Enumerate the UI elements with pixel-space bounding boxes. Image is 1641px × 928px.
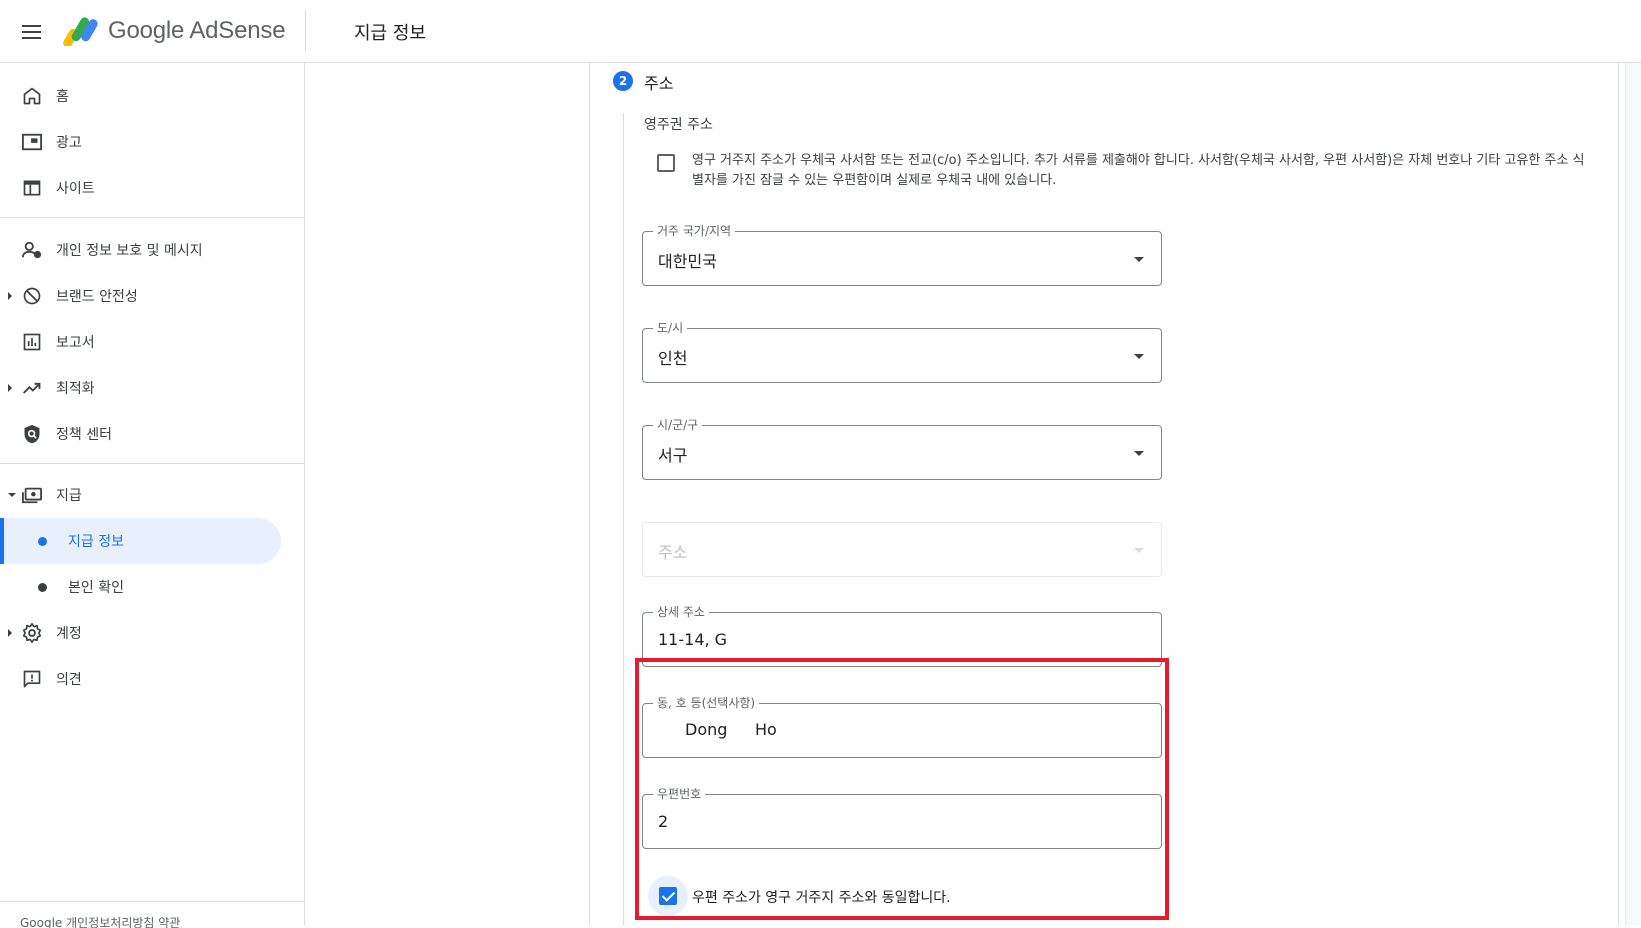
sidebar-item-brand-safety[interactable]: 브랜드 안전성 — [0, 273, 305, 319]
policy-shield-icon — [20, 422, 44, 446]
step-number-badge: 2 — [613, 71, 633, 91]
po-box-description: 영구 거주지 주소가 우체국 사서함 또는 전교(c/o) 주소입니다. 추가 … — [692, 153, 1585, 188]
sidebar-divider — [0, 463, 305, 464]
page-title: 지급 정보 — [354, 23, 426, 44]
field-label: 거주 국가/지역 — [653, 223, 736, 239]
district-select[interactable]: 시/군/구 서구 — [642, 417, 1162, 480]
page-scrollbar[interactable] — [1625, 63, 1641, 925]
sidebar-item-policy-center[interactable]: 정책 센터 — [0, 411, 305, 457]
postal-code-input[interactable] — [658, 809, 1138, 833]
dropdown-arrow-icon — [1134, 451, 1144, 456]
dropdown-arrow-icon — [1134, 354, 1144, 359]
header-divider — [305, 10, 306, 52]
sidebar-item-label: 브랜드 안전성 — [56, 289, 138, 305]
field-label: 상세 주소 — [653, 604, 709, 620]
field-label: 시/군/구 — [653, 417, 703, 433]
top-app-bar: Google AdSense 지급 정보 — [0, 0, 1641, 63]
field-placeholder: 주소 — [658, 543, 688, 562]
main-content: 2 주소 영주권 주소 영구 거주지 주소가 우체국 사서함 또는 전교(c/o… — [306, 63, 1641, 925]
detail-address-field[interactable]: 상세 주소 — [642, 604, 1162, 667]
sidebar-item-reports[interactable]: 보고서 — [0, 319, 305, 365]
step-title: 주소 — [644, 74, 674, 93]
dropdown-arrow-icon — [1134, 548, 1144, 553]
bullet-dot-icon — [38, 536, 47, 546]
block-icon — [20, 284, 44, 308]
trending-up-icon — [20, 376, 44, 400]
home-icon — [20, 84, 44, 108]
sidebar-item-optimization[interactable]: 최적화 — [0, 365, 305, 411]
sidebar-item-label: 홈 — [56, 89, 69, 105]
same-address-label: 우편 주소가 영구 거주지 주소와 동일합니다. — [692, 890, 951, 906]
bullet-dot-icon — [38, 582, 47, 592]
address-select: 주소 — [642, 522, 1162, 577]
sidebar-item-label: 계정 — [56, 626, 82, 642]
po-box-checkbox[interactable] — [657, 154, 675, 172]
sidebar-item-label: 지급 정보 — [68, 534, 124, 550]
sidebar-item-ads[interactable]: 광고 — [0, 119, 305, 165]
sidebar-item-label: 광고 — [56, 135, 82, 151]
gear-icon — [20, 621, 44, 645]
chevron-right-icon[interactable] — [8, 629, 12, 637]
step-connector-line — [623, 113, 624, 925]
sidebar-item-payment-info[interactable]: 지급 정보 — [0, 518, 281, 564]
chevron-right-icon[interactable] — [8, 292, 12, 300]
section-label: 영주권 주소 — [644, 117, 713, 133]
chevron-down-icon[interactable] — [8, 493, 16, 497]
sidebar-item-label: 의견 — [56, 672, 82, 688]
field-label: 동, 호 등(선택사항) — [653, 695, 760, 711]
ads-icon — [20, 130, 44, 154]
payments-icon — [20, 483, 44, 507]
field-value: 대한민국 — [658, 252, 717, 271]
privacy-messaging-icon — [20, 238, 44, 262]
sidebar-item-feedback[interactable]: 의견 — [0, 656, 305, 702]
sidebar-item-label: 지급 — [56, 488, 82, 504]
dropdown-arrow-icon — [1134, 257, 1144, 262]
sidebar-item-account[interactable]: 계정 — [0, 610, 305, 656]
sidebar-item-sites[interactable]: 사이트 — [0, 165, 305, 211]
reports-icon — [20, 330, 44, 354]
dong-suffix: Dong — [685, 720, 728, 739]
sidebar-item-home[interactable]: 홈 — [0, 73, 305, 119]
field-value: 서구 — [658, 446, 688, 465]
hamburger-menu-icon[interactable] — [18, 19, 46, 45]
sidebar-item-payments[interactable]: 지급 — [0, 472, 305, 518]
city-select[interactable]: 도/시 인천 — [642, 320, 1162, 383]
sidebar-item-label: 본인 확인 — [68, 580, 124, 596]
ho-suffix: Ho — [755, 720, 777, 739]
sidebar-item-label: 정책 센터 — [56, 427, 112, 443]
sidebar-item-privacy-messaging[interactable]: 개인 정보 보호 및 메시지 — [0, 227, 305, 273]
sidebar-item-identity-verification[interactable]: 본인 확인 — [0, 564, 281, 610]
same-address-checkbox[interactable] — [659, 887, 677, 905]
sidebar-item-label: 보고서 — [56, 335, 95, 351]
feedback-icon — [20, 667, 44, 691]
sidebar-divider — [0, 217, 305, 218]
dong-ho-field[interactable]: 동, 호 등(선택사항) Dong Ho — [642, 695, 1162, 758]
postal-code-field[interactable]: 우편번호 — [642, 786, 1162, 849]
sidebar-footer-links[interactable]: Google 개인정보처리방침 약관 — [20, 914, 180, 928]
field-value: 인천 — [658, 349, 688, 368]
field-label: 우편번호 — [653, 786, 706, 802]
sidebar-nav: 홈 광고 사이트 개인 정보 보호 및 메시지 브랜드 안전성 보고서 최적화 … — [0, 63, 305, 928]
sidebar-divider — [0, 901, 305, 902]
adsense-logo-icon — [63, 17, 98, 46]
sidebar-item-label: 개인 정보 보호 및 메시지 — [56, 243, 203, 259]
field-label: 도/시 — [653, 320, 688, 336]
detail-address-input[interactable] — [658, 627, 1138, 651]
chevron-right-icon[interactable] — [8, 384, 12, 392]
brand-name: Google AdSense — [108, 17, 286, 44]
sidebar-item-label: 사이트 — [56, 181, 95, 197]
country-select[interactable]: 거주 국가/지역 대한민국 — [642, 223, 1162, 286]
sidebar-item-label: 최적화 — [56, 381, 95, 397]
sites-icon — [20, 176, 44, 200]
